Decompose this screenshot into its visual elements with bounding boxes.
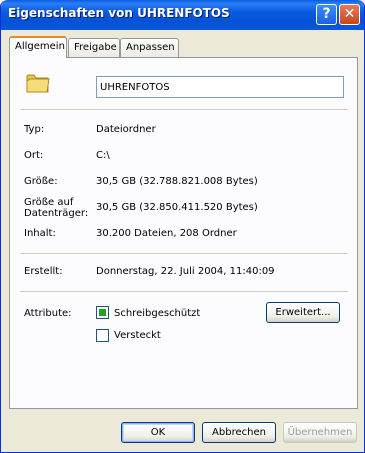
- tab-anpassen[interactable]: Anpassen: [120, 38, 179, 58]
- folder-icon: [26, 74, 50, 93]
- window-title: Eigenschaften von UHRENFOTOS: [8, 6, 230, 20]
- read-only-label[interactable]: Schreibgeschützt: [114, 308, 200, 320]
- folder-name-input[interactable]: [96, 76, 344, 98]
- tab-label: Allgemein: [15, 41, 65, 52]
- location-value: C:\: [96, 150, 110, 161]
- separator: [20, 291, 348, 292]
- contents-value: 30.200 Dateien, 208 Ordner: [96, 228, 237, 239]
- properties-dialog: Eigenschaften von UHRENFOTOS ? ✕ Allgeme…: [0, 0, 365, 453]
- apply-button[interactable]: Übernehmen: [283, 422, 357, 443]
- size-value: 30,5 GB (32.788.821.008 Bytes): [96, 176, 258, 187]
- general-tab-panel: Typ: Dateiordner Ort: C:\ Größe: 30,5 GB…: [9, 57, 358, 409]
- hidden-checkbox[interactable]: [96, 329, 109, 342]
- advanced-button[interactable]: Erweitert...: [266, 302, 340, 323]
- help-button[interactable]: ?: [316, 4, 337, 25]
- attributes-label: Attribute:: [24, 308, 72, 319]
- read-only-checkbox[interactable]: [96, 306, 109, 319]
- close-icon: ✕: [343, 6, 356, 22]
- cancel-button[interactable]: Abbrechen: [202, 422, 276, 443]
- created-label: Erstellt:: [24, 266, 63, 277]
- size-label: Größe:: [24, 176, 58, 187]
- contents-label: Inhalt:: [24, 228, 56, 239]
- tab-allgemein[interactable]: Allgemein: [9, 36, 67, 58]
- tab-freigabe[interactable]: Freigabe: [68, 38, 120, 58]
- hidden-label[interactable]: Versteckt: [114, 330, 161, 342]
- tab-label: Anpassen: [126, 42, 175, 53]
- created-value: Donnerstag, 22. Juli 2004, 11:40:09: [96, 266, 275, 277]
- type-value: Dateiordner: [96, 124, 156, 135]
- help-icon: ?: [322, 6, 331, 22]
- location-label: Ort:: [24, 150, 44, 161]
- title-bar[interactable]: Eigenschaften von UHRENFOTOS ? ✕: [1, 0, 364, 30]
- type-label: Typ:: [24, 124, 45, 135]
- ok-button[interactable]: OK: [121, 422, 195, 443]
- size-on-disk-value: 30,5 GB (32.850.411.520 Bytes): [96, 202, 258, 213]
- separator: [20, 109, 348, 110]
- close-button[interactable]: ✕: [339, 4, 360, 25]
- separator: [20, 253, 348, 254]
- size-on-disk-label-line2: Datenträger:: [24, 208, 89, 219]
- tab-label: Freigabe: [74, 42, 117, 53]
